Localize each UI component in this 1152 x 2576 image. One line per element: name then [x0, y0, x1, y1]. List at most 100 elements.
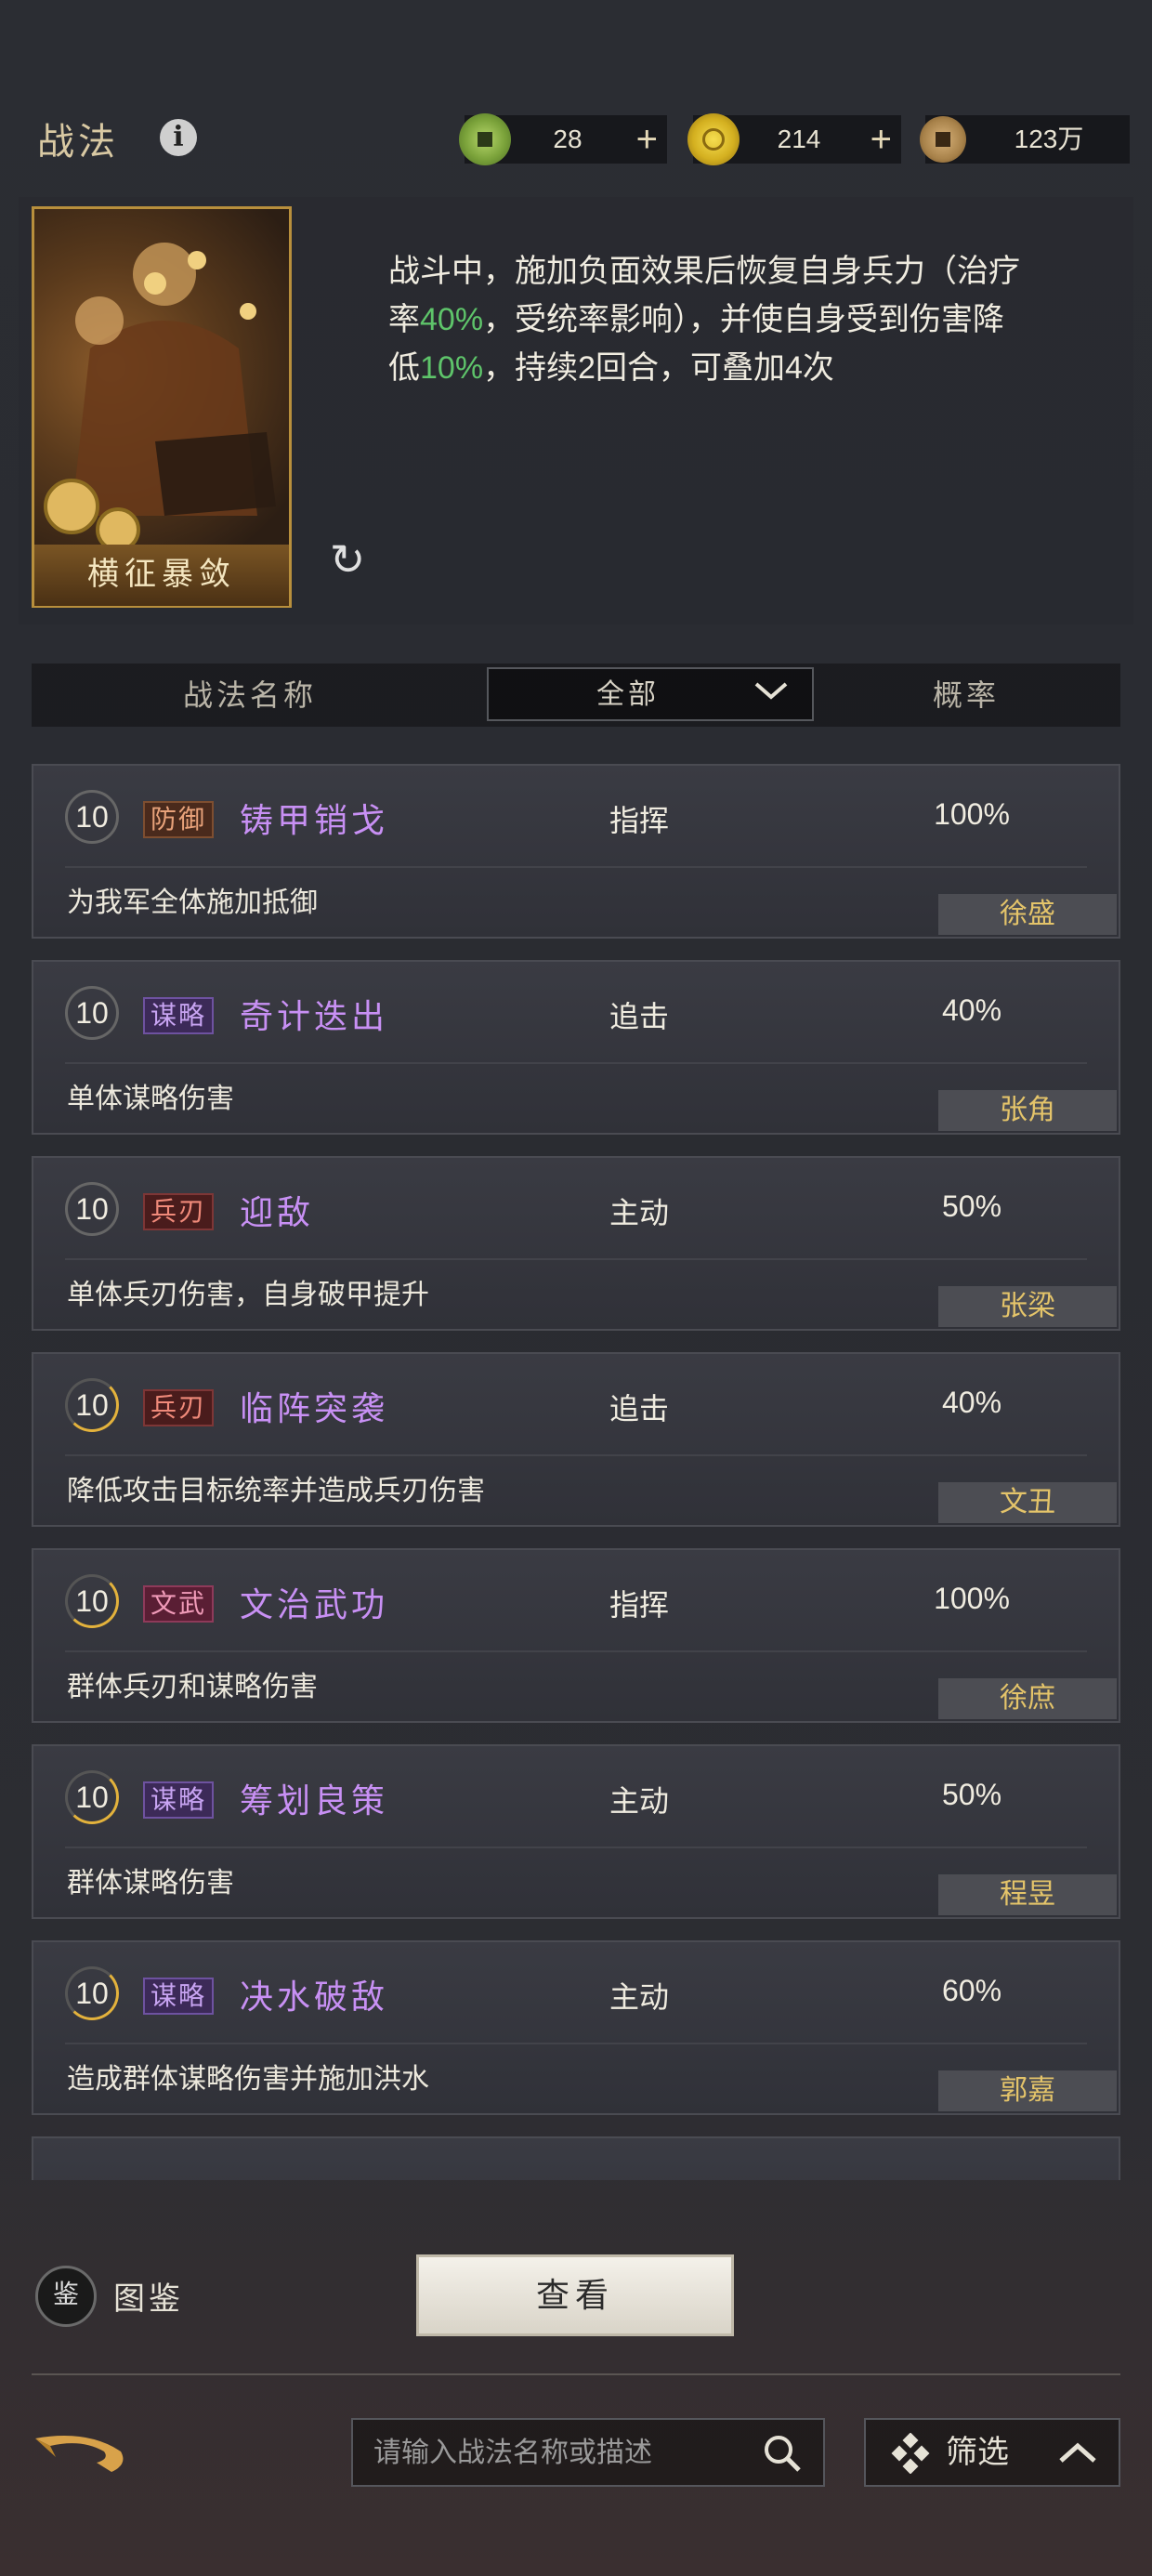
skill-short-desc: 群体谋略伤害 [67, 1868, 234, 1899]
divider [65, 1650, 1087, 1652]
hero-name-badge: 徐盛 [938, 894, 1117, 935]
jade-coin-icon [459, 113, 511, 165]
skill-type: 指挥 [609, 804, 670, 837]
divider [65, 2043, 1087, 2044]
column-rate: 概率 [932, 678, 1000, 712]
skill-rate: 60% [941, 1974, 1002, 2007]
hero-name-badge: 张梁 [938, 1286, 1117, 1327]
skill-name: 铸甲销戈 [240, 802, 389, 839]
skill-name: 奇计迭出 [240, 998, 389, 1035]
skill-type: 主动 [609, 1980, 670, 2014]
search-icon[interactable] [762, 2433, 803, 2478]
skill-row-partial[interactable] [32, 2136, 1120, 2180]
gold-coin-icon [687, 113, 740, 165]
skill-card-name: 横征暴敛 [34, 545, 289, 606]
skill-short-desc: 为我军全体施加抵御 [67, 887, 318, 918]
type-filter-dropdown[interactable]: 全部 [487, 667, 814, 721]
filter-button[interactable]: 筛选 [864, 2418, 1120, 2487]
divider [65, 1454, 1087, 1456]
resource-copper: 123万 [920, 115, 1130, 164]
add-gold-button[interactable]: + [871, 115, 892, 164]
skill-level-badge: 10 [65, 1182, 119, 1236]
hero-name-badge: 张角 [938, 1090, 1117, 1131]
hero-name-badge: 文丑 [938, 1482, 1117, 1523]
heal-rate-value: 40% [420, 302, 484, 337]
skill-row[interactable]: 10 谋略 奇计迭出 追击 40% 单体谋略伤害 张角 [32, 960, 1120, 1135]
skill-rate: 40% [941, 993, 1002, 1027]
skill-row[interactable]: 10 兵刃 迎敌 主动 50% 单体兵刃伤害，自身破甲提升 张梁 [32, 1156, 1120, 1331]
skill-row[interactable]: 10 兵刃 临阵突袭 追击 40% 降低攻击目标统率并造成兵刃伤害 文丑 [32, 1352, 1120, 1527]
search-input[interactable] [372, 2420, 728, 2487]
skill-rate: 50% [941, 1778, 1002, 1811]
skill-category-tag: 兵刃 [143, 1389, 215, 1426]
chevron-down-icon [753, 677, 790, 713]
divider [65, 866, 1087, 868]
skill-rate: 40% [941, 1386, 1002, 1419]
search-box [351, 2418, 825, 2487]
skill-name: 迎敌 [240, 1194, 315, 1231]
refresh-icon[interactable]: ↻ [323, 535, 372, 584]
skill-short-desc: 单体谋略伤害 [67, 1084, 234, 1114]
skill-category-tag: 谋略 [143, 1781, 215, 1819]
skill-short-desc: 单体兵刃伤害，自身破甲提升 [67, 1280, 429, 1310]
skill-row[interactable]: 10 谋略 决水破敌 主动 60% 造成群体谋略伤害并施加洪水 郭嘉 [32, 1940, 1120, 2115]
skill-type: 追击 [609, 1000, 670, 1033]
skill-level-badge: 10 [65, 1966, 119, 2020]
filter-icon [890, 2432, 931, 2475]
hero-name-badge: 徐庶 [938, 1678, 1117, 1719]
skill-type: 主动 [609, 1196, 670, 1229]
codex-label[interactable]: 图鉴 [113, 2273, 184, 2319]
damage-reduction-value: 10% [420, 350, 484, 386]
skill-type: 追击 [609, 1392, 670, 1426]
skill-category-tag: 防御 [143, 801, 215, 838]
skill-row[interactable]: 10 谋略 筹划良策 主动 50% 群体谋略伤害 程昱 [32, 1744, 1120, 1919]
skill-level-badge: 10 [65, 790, 119, 844]
skill-type: 主动 [609, 1784, 670, 1818]
resource-value: 123万 [1014, 125, 1084, 153]
resource-gold: 214 + [687, 113, 901, 165]
back-arrow-icon[interactable] [32, 2424, 134, 2483]
divider [32, 2373, 1120, 2375]
skill-rate: 50% [941, 1189, 1002, 1223]
copper-coin-icon [920, 116, 966, 163]
resource-jade: 28 + [459, 113, 667, 165]
skill-row[interactable]: 10 防御 铸甲销戈 指挥 100% 为我军全体施加抵御 徐盛 [32, 764, 1120, 939]
resource-value: 28 [553, 125, 583, 153]
skill-name: 筹划良策 [240, 1782, 389, 1820]
skill-category-tag: 谋略 [143, 1978, 215, 2015]
divider [65, 1062, 1087, 1064]
info-icon[interactable]: i [160, 119, 197, 156]
skill-short-desc: 降低攻击目标统率并造成兵刃伤害 [67, 1476, 485, 1506]
view-button[interactable]: 查看 [416, 2254, 734, 2336]
skill-level-badge: 10 [65, 1574, 119, 1628]
skill-rate: 100% [934, 797, 1010, 831]
page-title: 战法 [37, 121, 119, 163]
skill-name: 临阵突袭 [240, 1390, 389, 1427]
skill-rate: 100% [934, 1582, 1010, 1615]
hero-name-badge: 程昱 [938, 1874, 1117, 1915]
skill-category-tag: 文武 [143, 1585, 215, 1623]
skill-list: 10 防御 铸甲销戈 指挥 100% 为我军全体施加抵御 徐盛 10 谋略 奇计迭出 追击 40% 单体… [32, 743, 1120, 2180]
skill-short-desc: 造成群体谋略伤害并施加洪水 [67, 2064, 429, 2095]
skill-name: 决水破敌 [240, 1978, 389, 2016]
codex-icon[interactable]: 鉴 [35, 2266, 97, 2327]
filter-label: 筛选 [946, 2435, 1009, 2470]
resource-value: 214 [777, 125, 821, 153]
skill-description: 战斗中，施加负面效果后恢复自身兵力（治疗率40%，受统率影响），并使自身受到伤害… [388, 247, 1029, 392]
skill-level-badge: 10 [65, 986, 119, 1040]
divider [65, 1258, 1087, 1260]
skill-name: 文治武功 [240, 1586, 389, 1623]
skill-category-tag: 谋略 [143, 997, 215, 1034]
desc-text: ，持续2回合，可叠加4次 [483, 350, 834, 386]
skill-short-desc: 群体兵刃和谋略伤害 [67, 1672, 318, 1702]
add-jade-button[interactable]: + [636, 115, 658, 164]
skill-level-badge: 10 [65, 1378, 119, 1432]
skill-row[interactable]: 10 文武 文治武功 指挥 100% 群体兵刃和谋略伤害 徐庶 [32, 1548, 1120, 1723]
divider [65, 1847, 1087, 1848]
column-skill-name: 战法名称 [182, 678, 317, 712]
skill-type: 指挥 [609, 1588, 670, 1622]
type-filter-value: 全部 [596, 679, 660, 710]
skill-category-tag: 兵刃 [143, 1193, 215, 1230]
chevron-up-icon [1057, 2433, 1098, 2478]
skill-level-badge: 10 [65, 1770, 119, 1824]
